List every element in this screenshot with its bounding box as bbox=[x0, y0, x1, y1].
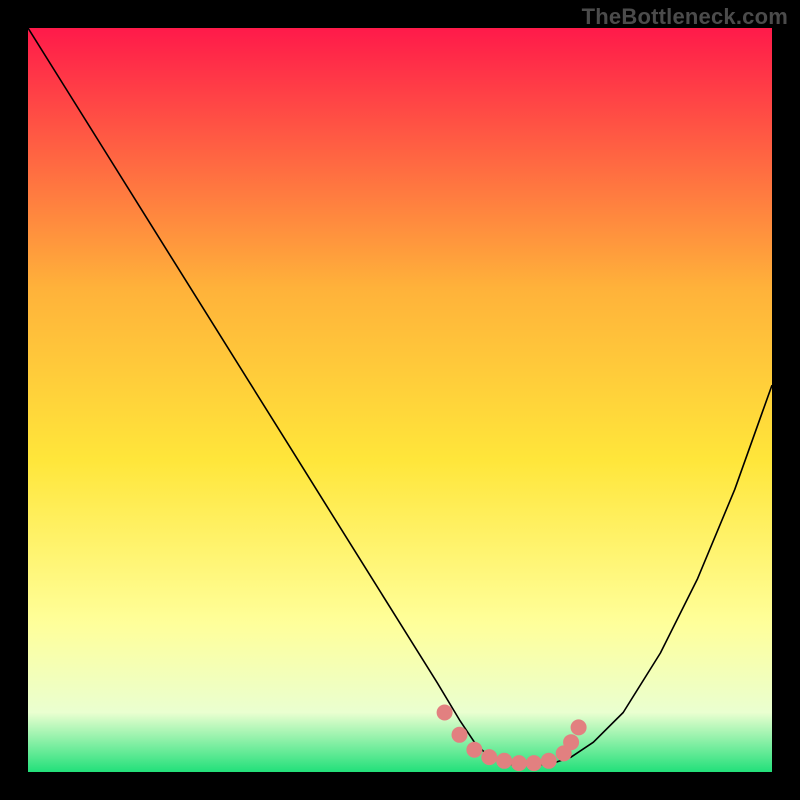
marker-dot bbox=[541, 753, 557, 769]
gradient-background bbox=[28, 28, 772, 772]
chart-svg bbox=[28, 28, 772, 772]
marker-dot bbox=[511, 755, 527, 771]
marker-dot bbox=[481, 749, 497, 765]
marker-dot bbox=[452, 727, 468, 743]
plot-area bbox=[28, 28, 772, 772]
watermark-text: TheBottleneck.com bbox=[582, 4, 788, 30]
marker-dot bbox=[437, 705, 453, 721]
marker-dot bbox=[496, 753, 512, 769]
marker-dot bbox=[466, 742, 482, 758]
marker-dot bbox=[571, 719, 587, 735]
marker-dot bbox=[563, 734, 579, 750]
chart-frame: TheBottleneck.com bbox=[0, 0, 800, 800]
marker-dot bbox=[526, 755, 542, 771]
